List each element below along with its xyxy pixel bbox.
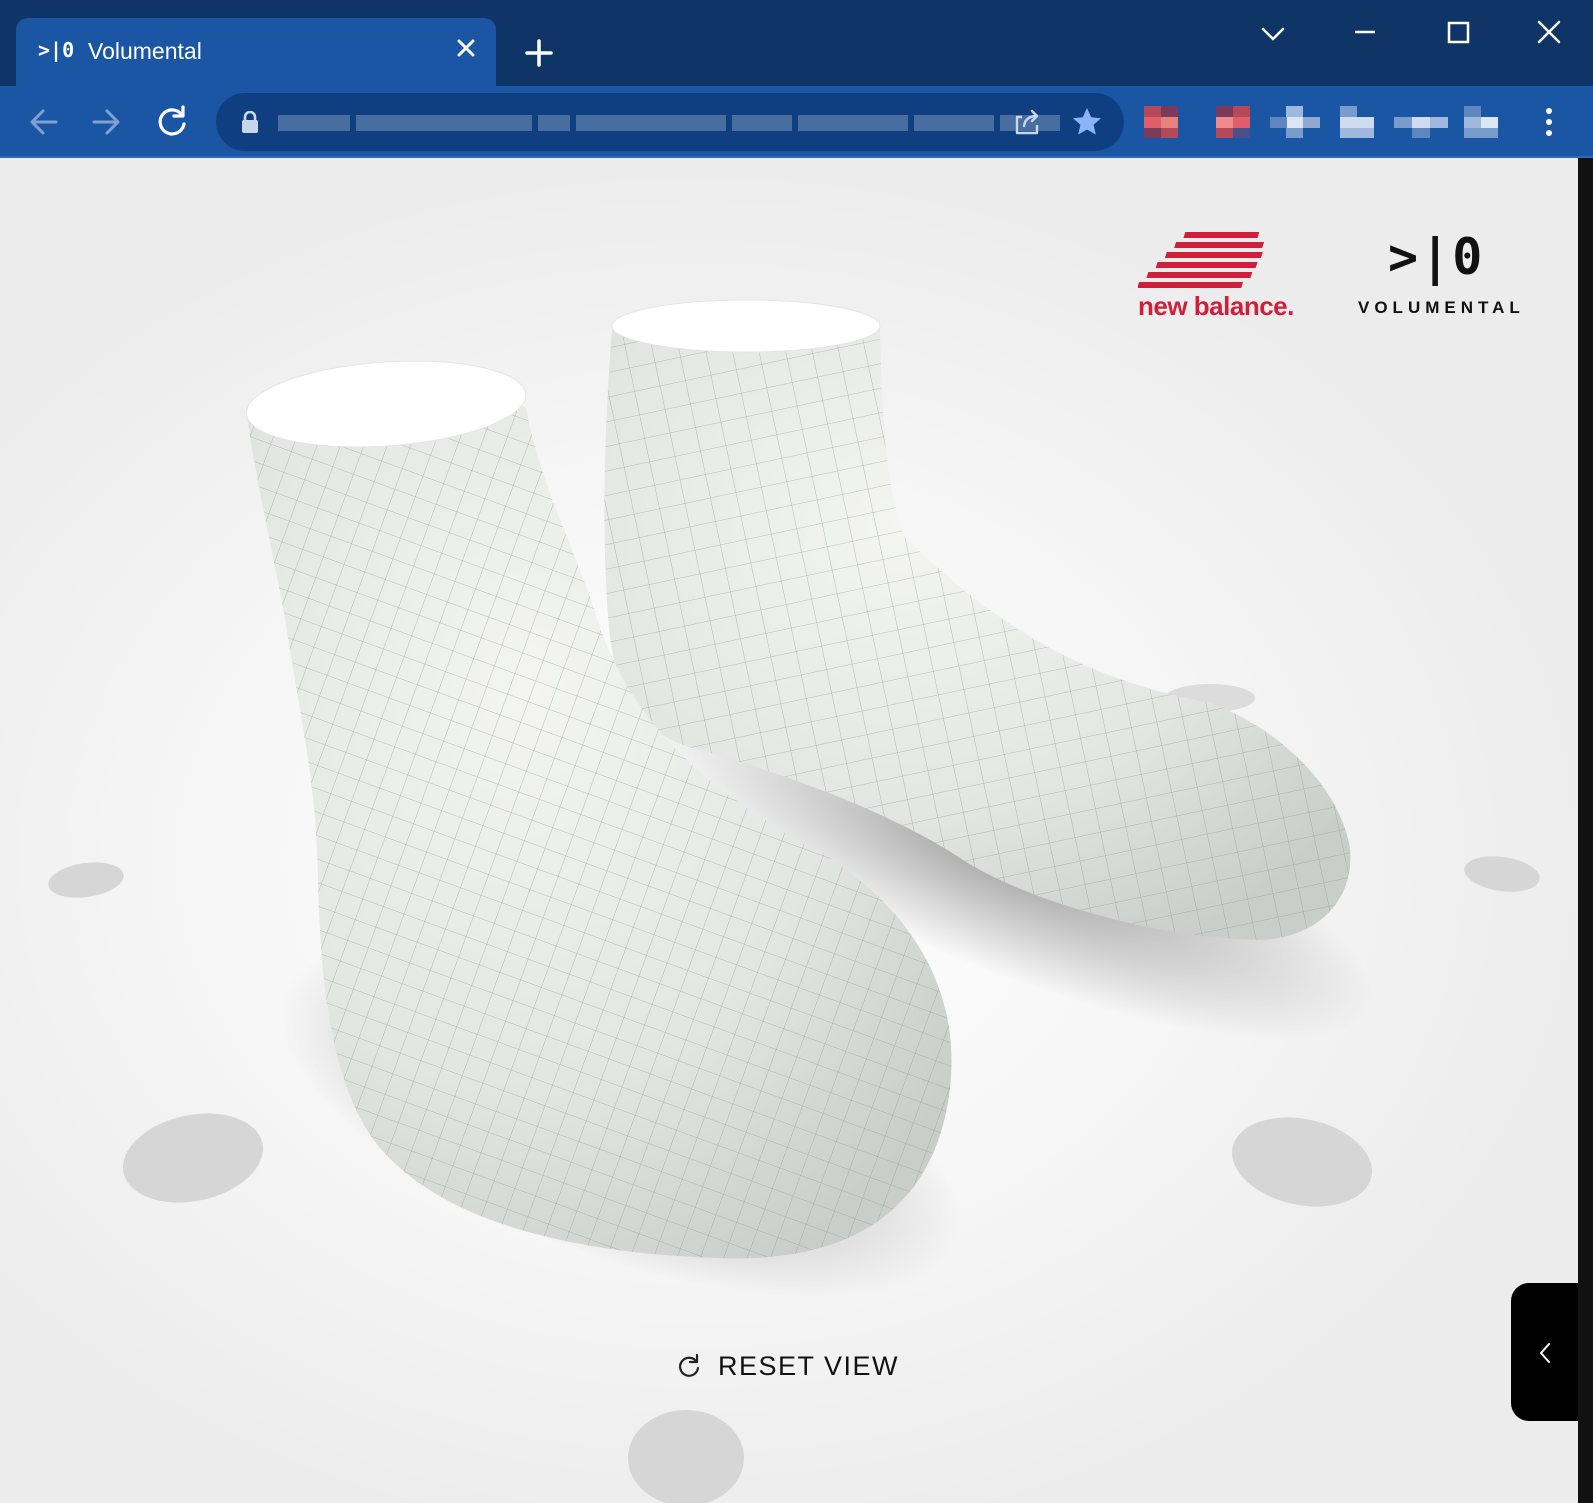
extension-icon[interactable] [1394,106,1448,138]
url-text-redacted[interactable] [278,109,1060,137]
browser-toolbar [0,86,1593,158]
volumental-wordmark: VOLUMENTAL [1358,298,1525,317]
back-arrow-icon[interactable] [24,102,64,142]
kebab-menu-icon[interactable] [1536,104,1562,140]
tab-list-icon[interactable] [1243,14,1303,54]
extension-icon[interactable] [1216,106,1250,138]
extension-icon[interactable] [1464,106,1498,138]
volumental-logo-mark: >|0 [1388,228,1485,286]
reset-icon [678,1353,700,1377]
reset-view-label: RESET VIEW [718,1350,900,1381]
floor-marker [628,1410,744,1503]
side-panel-toggle[interactable] [1511,1283,1578,1421]
floor-marker [48,862,124,898]
reload-icon[interactable] [152,102,192,142]
chevron-left-icon [1540,1343,1550,1363]
reset-view-button[interactable]: RESET VIEW [676,1346,899,1386]
minimize-icon[interactable] [1335,14,1395,54]
tab-title: Volumental [88,38,202,64]
close-icon[interactable] [1519,14,1579,54]
address-bar[interactable] [216,93,1124,151]
floor-marker [1464,856,1540,892]
floor-marker [1231,1117,1373,1207]
browser-tab-active[interactable]: >|0 Volumental [16,18,496,86]
share-icon[interactable] [1010,105,1044,139]
forward-arrow-icon[interactable] [86,102,126,142]
maximize-icon[interactable] [1428,14,1488,54]
window-edge [1578,158,1593,1503]
foot-scan-viewer[interactable]: new balance. >|0 VOLUMENTAL RESET VIEW [0,158,1578,1503]
extension-icon[interactable] [1340,106,1374,138]
floor-marker [122,1113,264,1203]
browser-titlebar: >|0 Volumental [0,0,1593,86]
bookmark-star-icon[interactable] [1070,105,1104,139]
new-balance-wordmark: new balance. [1138,291,1294,321]
3d-foot-scene[interactable] [0,158,1578,1503]
extension-icon[interactable] [1144,106,1178,138]
lock-icon [242,111,258,133]
extension-icon[interactable] [1270,106,1320,138]
new-tab-icon[interactable] [522,36,556,70]
tab-close-icon[interactable] [450,32,482,64]
tab-favicon: >|0 [38,38,75,62]
